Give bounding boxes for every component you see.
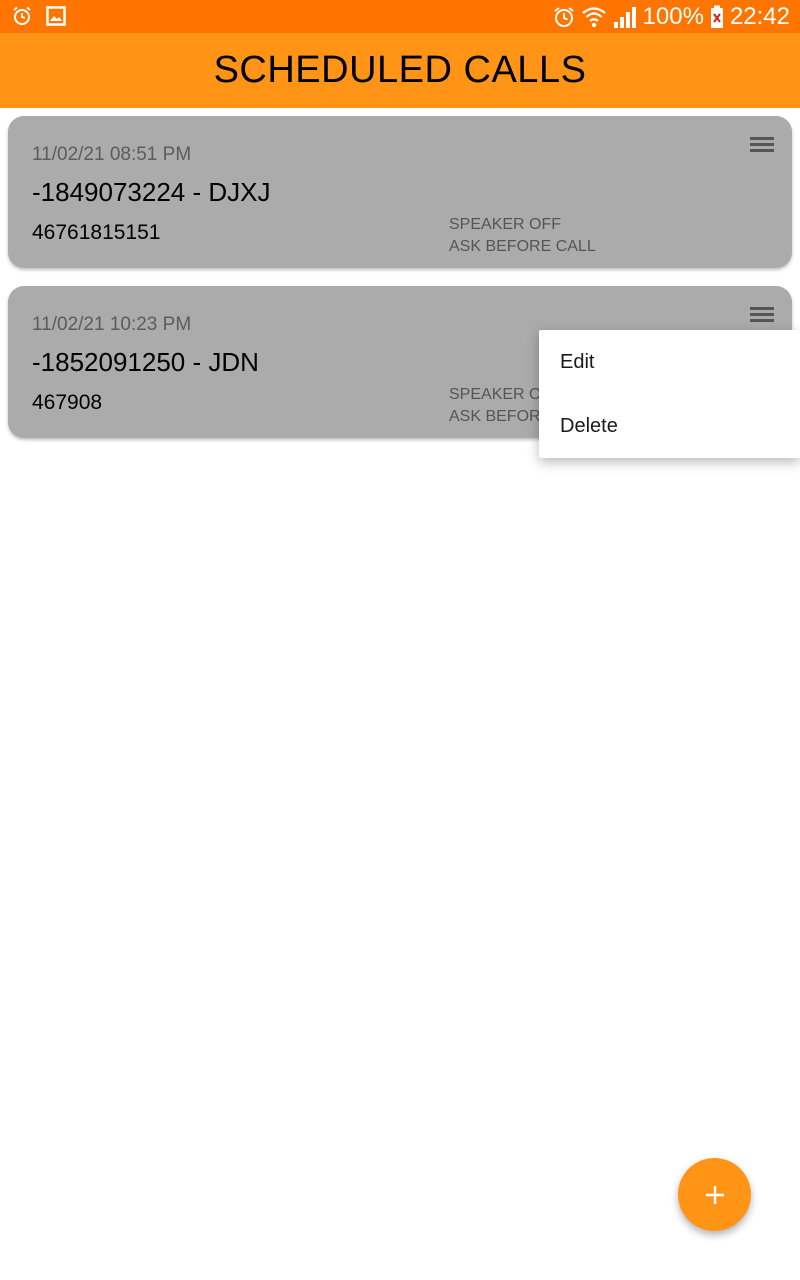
wifi-icon <box>581 5 607 29</box>
alarm-icon <box>553 6 575 28</box>
status-right-icons: 100% 22:42 <box>553 3 790 31</box>
plus-icon <box>705 1185 724 1204</box>
alarm-icon <box>12 6 32 26</box>
status-left-icons <box>12 6 66 26</box>
card-menu-button[interactable] <box>750 304 776 324</box>
call-date: 11/02/21 10:23 PM <box>32 314 192 335</box>
clock: 22:42 <box>729 3 790 30</box>
call-number: 46761815151 <box>32 221 161 244</box>
call-title: -1852091250 - JDN <box>32 347 259 377</box>
page-title: SCHEDULED CALLS <box>213 49 587 91</box>
call-number: 467908 <box>32 391 103 414</box>
app-bar: SCHEDULED CALLS <box>0 33 800 108</box>
battery-percent: 100% <box>642 3 704 30</box>
call-date: 11/02/21 08:51 PM <box>32 144 192 165</box>
battery-icon <box>710 5 724 29</box>
call-card[interactable]: 11/02/21 08:51 PM -1849073224 - DJXJ 467… <box>8 116 792 268</box>
call-title: -1849073224 - DJXJ <box>32 177 271 207</box>
status-bar: 100% 22:42 <box>0 0 800 33</box>
call-speaker-status: SPEAKER ON <box>449 386 554 403</box>
call-speaker-status: SPEAKER OFF <box>449 216 562 233</box>
signal-icon <box>613 6 637 28</box>
menu-item-edit[interactable]: Edit <box>539 330 800 394</box>
image-icon <box>46 6 66 26</box>
context-menu: Edit Delete <box>539 330 800 458</box>
card-menu-button[interactable] <box>750 134 776 154</box>
add-call-button[interactable] <box>678 1158 751 1231</box>
menu-item-delete[interactable]: Delete <box>539 394 800 458</box>
call-ask-status: ASK BEFORE CALL <box>449 238 596 255</box>
